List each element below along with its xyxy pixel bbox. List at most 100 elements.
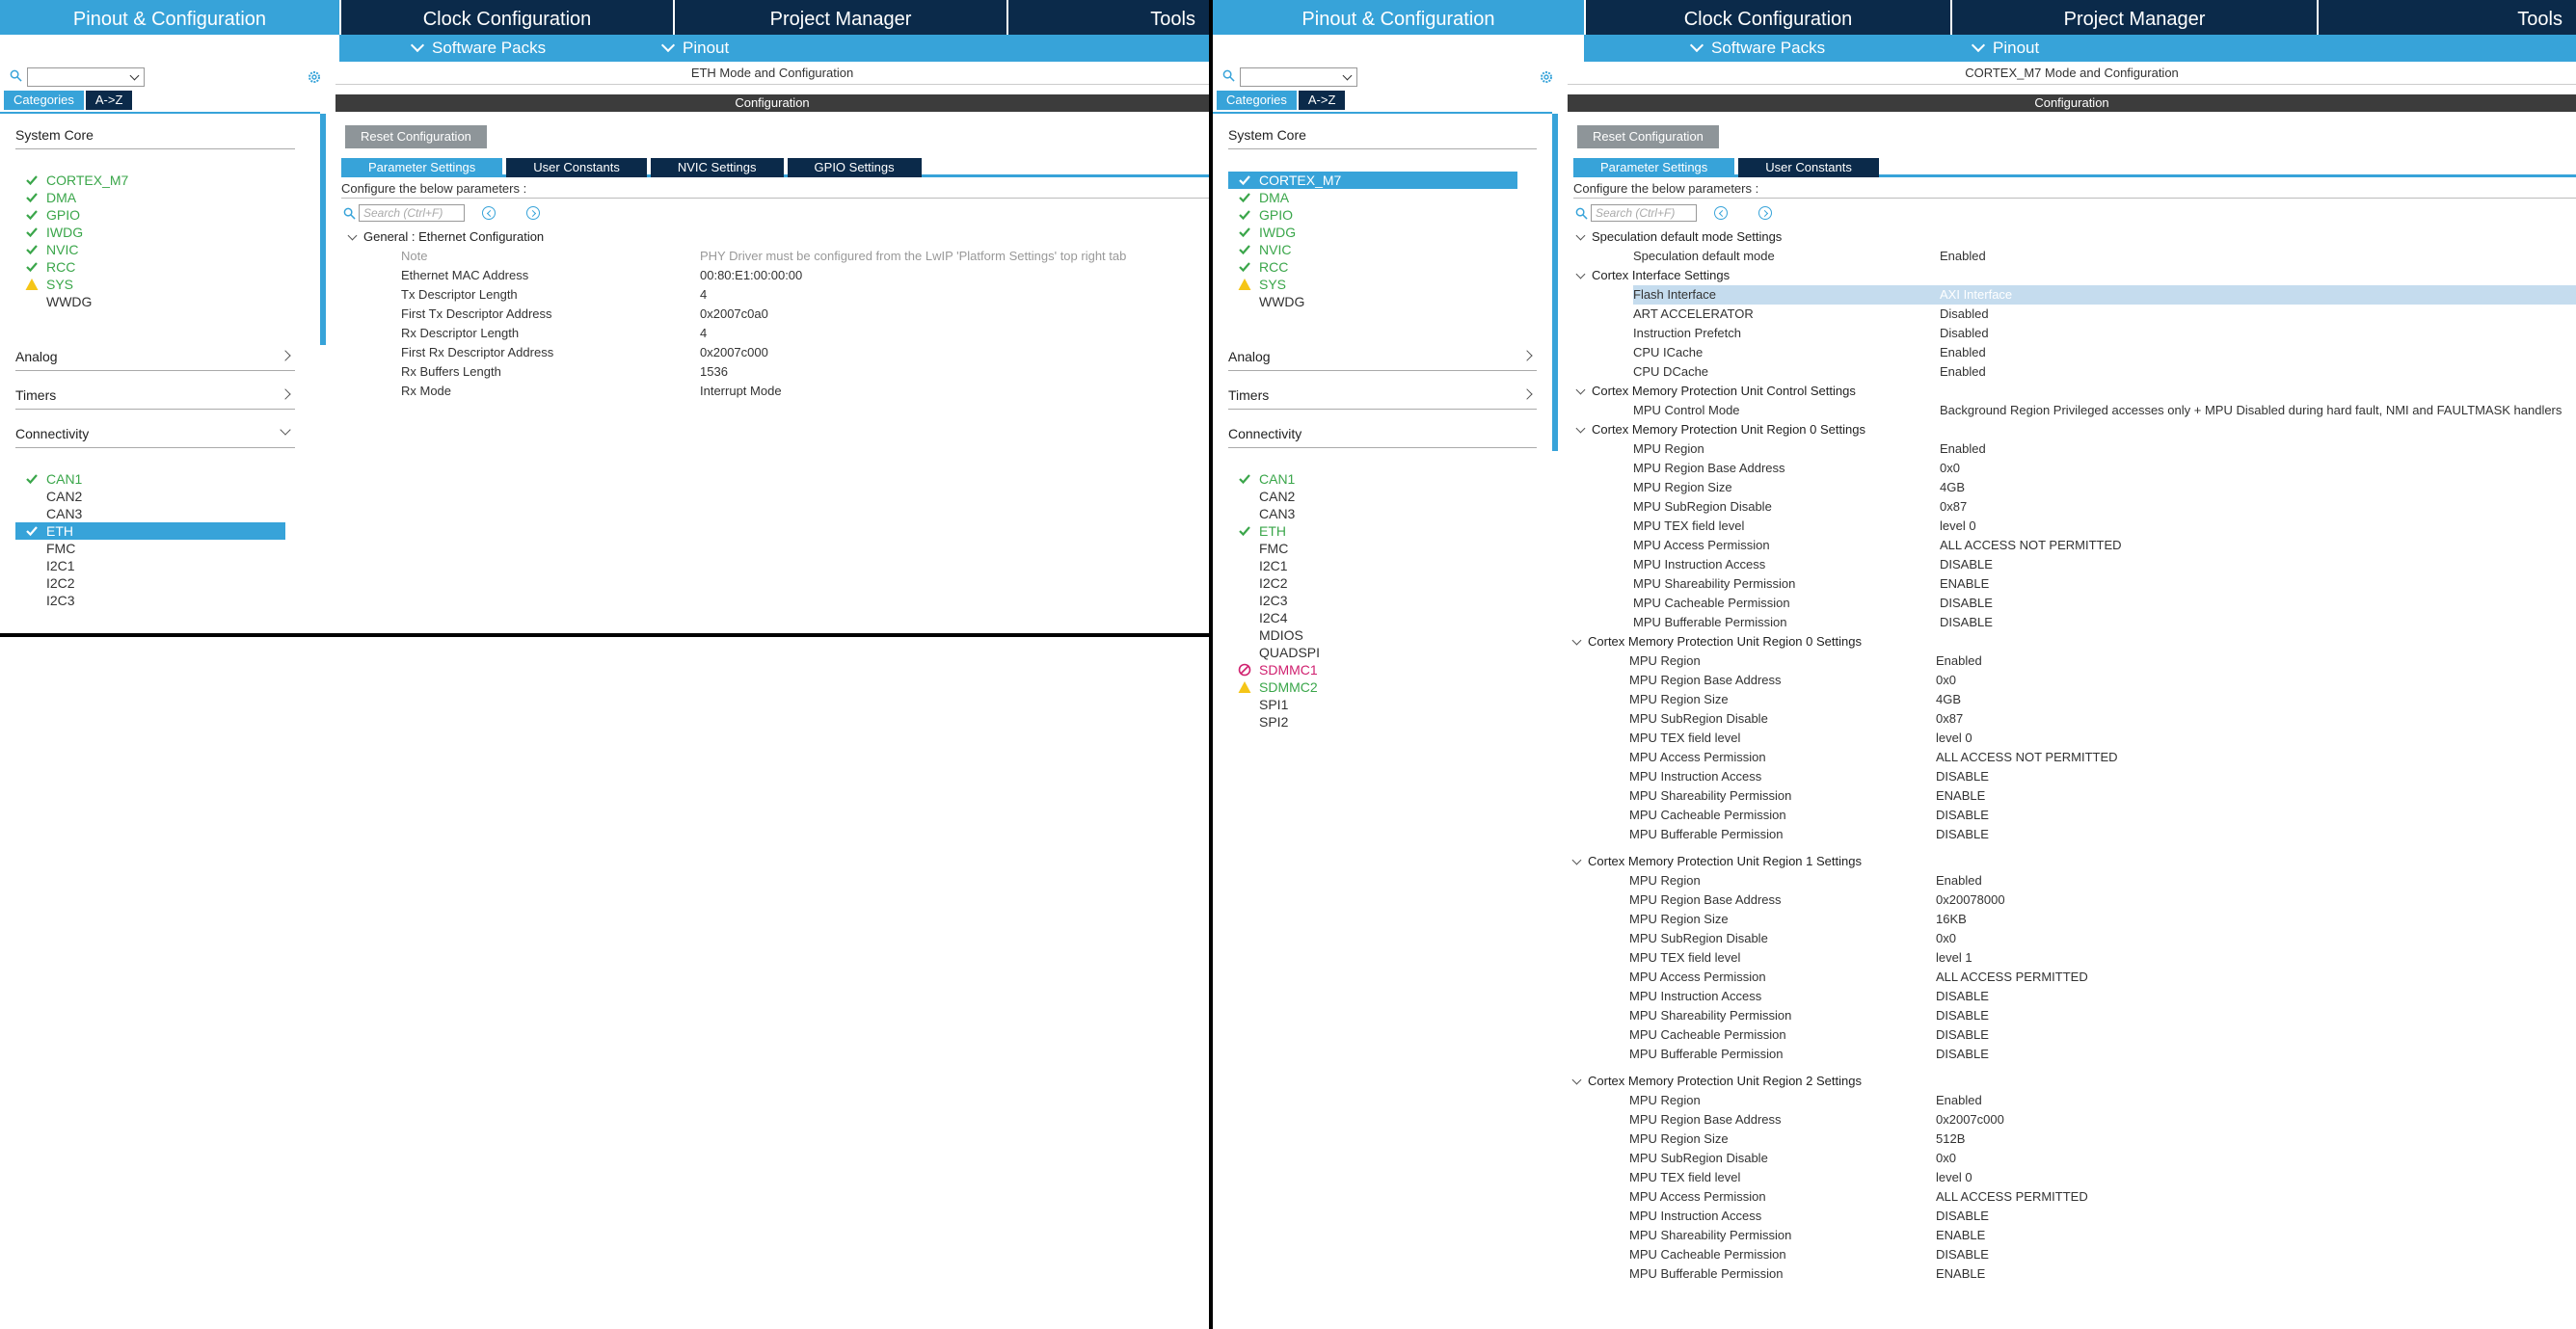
group-system-core[interactable]: System Core	[1228, 127, 1537, 149]
param-row[interactable]: MPU Instruction Access DISABLE	[1633, 555, 2576, 574]
category-item-wwdg[interactable]: WWDG	[1228, 293, 1304, 310]
category-item-sys[interactable]: SYS	[15, 276, 73, 293]
param-row[interactable]: CPU ICache Enabled	[1633, 343, 2576, 362]
param-row[interactable]: MPU Region Base Address 0x0	[1629, 671, 2576, 690]
param-row[interactable]: MPU SubRegion Disable 0x87	[1629, 709, 2576, 729]
category-item-wwdg[interactable]: WWDG	[15, 293, 92, 310]
parameter-search-input[interactable]: Search (Ctrl+F)	[359, 204, 465, 222]
tab-nvic-settings[interactable]: NVIC Settings	[650, 158, 784, 177]
param-row[interactable]: MPU Region Size 16KB	[1629, 910, 2576, 929]
param-row[interactable]: MPU Region Size 512B	[1629, 1130, 2576, 1149]
category-item-cortex-m7[interactable]: CORTEX_M7	[1228, 172, 1517, 189]
param-row[interactable]: MPU Cacheable Permission DISABLE	[1629, 1025, 2576, 1045]
param-row[interactable]: MPU Access Permission ALL ACCESS NOT PERM…	[1629, 748, 2576, 767]
param-row[interactable]: MPU SubRegion Disable 0x0	[1629, 929, 2576, 948]
category-item-can3[interactable]: CAN3	[1228, 505, 1295, 522]
param-row[interactable]: MPU Bufferable Permission DISABLE	[1629, 1045, 2576, 1064]
section-header[interactable]: Cortex Interface Settings	[1575, 266, 1730, 285]
category-item-cortex-m7[interactable]: CORTEX_M7	[15, 172, 128, 189]
param-row[interactable]: MPU TEX field level level 0	[1629, 729, 2576, 748]
tab-parameter-settings[interactable]: Parameter Settings	[1573, 158, 1735, 177]
param-row[interactable]: MPU Cacheable Permission DISABLE	[1633, 594, 2576, 613]
category-search-combo[interactable]	[1240, 67, 1357, 87]
param-row[interactable]: MPU Shareability Permission ENABLE	[1633, 574, 2576, 594]
tab-categories[interactable]: Categories	[4, 91, 84, 110]
param-row[interactable]: First Tx Descriptor Address 0x2007c0a0	[401, 305, 1192, 324]
section-header[interactable]: Speculation default mode Settings	[1575, 227, 1782, 247]
category-item-iwdg[interactable]: IWDG	[15, 224, 83, 241]
category-item-i2c3[interactable]: I2C3	[15, 592, 75, 609]
param-row[interactable]: MPU Bufferable Permission DISABLE	[1629, 825, 2576, 844]
search-prev-icon[interactable]	[1714, 206, 1728, 220]
tab-user-constants[interactable]: User Constants	[506, 158, 647, 177]
category-item-rcc[interactable]: RCC	[15, 258, 75, 276]
param-row[interactable]: First Rx Descriptor Address 0x2007c000	[401, 343, 1192, 362]
param-row[interactable]: MPU Shareability Permission ENABLE	[1629, 786, 2576, 806]
tab-tools[interactable]: Tools	[1006, 0, 1209, 35]
param-row[interactable]: MPU TEX field level level 0	[1629, 1168, 2576, 1187]
category-item-dma[interactable]: DMA	[15, 189, 76, 206]
tab-clock-configuration[interactable]: Clock Configuration	[1584, 0, 1950, 35]
param-row[interactable]: ART ACCELERATOR Disabled	[1633, 305, 2576, 324]
software-packs-menu[interactable]: Software Packs	[410, 38, 546, 58]
category-item-mdios[interactable]: MDIOS	[1228, 626, 1303, 644]
tab-parameter-settings[interactable]: Parameter Settings	[341, 158, 503, 177]
category-item-eth[interactable]: ETH	[1228, 522, 1286, 540]
tab-clock-configuration[interactable]: Clock Configuration	[339, 0, 673, 35]
category-scrollbar[interactable]	[320, 114, 326, 345]
category-item-sdmmc1[interactable]: SDMMC1	[1228, 661, 1318, 678]
param-row[interactable]: MPU TEX field level level 1	[1629, 948, 2576, 968]
param-row[interactable]: MPU Instruction Access DISABLE	[1629, 1207, 2576, 1226]
category-item-can3[interactable]: CAN3	[15, 505, 82, 522]
param-row[interactable]: MPU Shareability Permission ENABLE	[1629, 1226, 2576, 1245]
param-row[interactable]: Tx Descriptor Length 4	[401, 285, 1192, 305]
category-item-eth[interactable]: ETH	[15, 522, 285, 540]
category-item-can2[interactable]: CAN2	[1228, 488, 1295, 505]
param-row[interactable]: MPU Region Base Address 0x20078000	[1629, 890, 2576, 910]
param-row[interactable]: MPU Cacheable Permission DISABLE	[1629, 806, 2576, 825]
category-item-sdmmc2[interactable]: SDMMC2	[1228, 678, 1318, 696]
category-search-combo[interactable]	[27, 67, 145, 87]
param-row[interactable]: MPU Access Permission ALL ACCESS PERMITTE…	[1629, 968, 2576, 987]
gear-icon[interactable]	[1539, 69, 1554, 85]
category-item-quadspi[interactable]: QUADSPI	[1228, 644, 1320, 661]
reset-configuration-button[interactable]: Reset Configuration	[345, 125, 487, 148]
param-row[interactable]: Instruction Prefetch Disabled	[1633, 324, 2576, 343]
category-item-nvic[interactable]: NVIC	[15, 241, 78, 258]
category-item-i2c3[interactable]: I2C3	[1228, 592, 1288, 609]
category-scrollbar[interactable]	[1552, 114, 1558, 451]
tab-tools[interactable]: Tools	[2317, 0, 2576, 35]
param-row[interactable]: Rx Mode Interrupt Mode	[401, 382, 1192, 401]
param-row[interactable]: MPU TEX field level level 0	[1633, 517, 2576, 536]
param-row[interactable]: MPU SubRegion Disable 0x87	[1633, 497, 2576, 517]
param-row[interactable]: Flash Interface AXI Interface	[1633, 285, 2576, 305]
category-item-spi1[interactable]: SPI1	[1228, 696, 1288, 713]
category-item-can1[interactable]: CAN1	[15, 470, 82, 488]
param-row[interactable]: MPU SubRegion Disable 0x0	[1629, 1149, 2576, 1168]
param-row[interactable]: MPU Region Size 4GB	[1633, 478, 2576, 497]
pinout-menu[interactable]: Pinout	[1971, 38, 2039, 58]
category-item-i2c2[interactable]: I2C2	[15, 574, 75, 592]
group-connectivity[interactable]: Connectivity	[1228, 426, 1537, 448]
section-header[interactable]: Cortex Memory Protection Unit Control Se…	[1575, 382, 1856, 401]
software-packs-menu[interactable]: Software Packs	[1689, 38, 1825, 58]
category-item-i2c2[interactable]: I2C2	[1228, 574, 1288, 592]
search-next-icon[interactable]	[1758, 206, 1772, 220]
tab-gpio-settings[interactable]: GPIO Settings	[787, 158, 922, 177]
param-row[interactable]: MPU Bufferable Permission ENABLE	[1629, 1264, 2576, 1284]
param-row[interactable]: MPU Region Enabled	[1629, 1091, 2576, 1110]
search-prev-icon[interactable]	[482, 206, 496, 220]
group-analog[interactable]: Analog	[15, 349, 295, 371]
group-timers[interactable]: Timers	[1228, 387, 1537, 410]
param-row[interactable]: MPU Instruction Access DISABLE	[1629, 987, 2576, 1006]
param-row[interactable]: MPU Region Size 4GB	[1629, 690, 2576, 709]
category-item-fmc[interactable]: FMC	[15, 540, 75, 557]
parameter-search-input[interactable]: Search (Ctrl+F)	[1591, 204, 1697, 222]
group-connectivity[interactable]: Connectivity	[15, 424, 295, 448]
tab-project-manager[interactable]: Project Manager	[1950, 0, 2317, 35]
group-analog[interactable]: Analog	[1228, 349, 1537, 371]
param-row[interactable]: MPU Bufferable Permission DISABLE	[1633, 613, 2576, 632]
section-header[interactable]: General : Ethernet Configuration	[347, 227, 544, 247]
pinout-menu[interactable]: Pinout	[660, 38, 729, 58]
category-item-gpio[interactable]: GPIO	[1228, 206, 1293, 224]
